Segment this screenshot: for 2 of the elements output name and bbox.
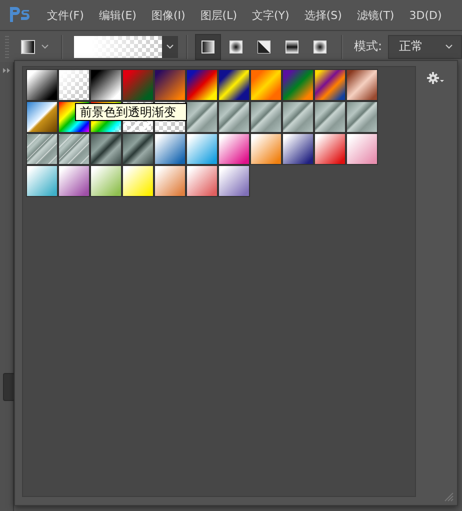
mode-label: 模式: xyxy=(354,38,382,55)
tooltip: 前景色到透明渐变 xyxy=(75,103,187,121)
